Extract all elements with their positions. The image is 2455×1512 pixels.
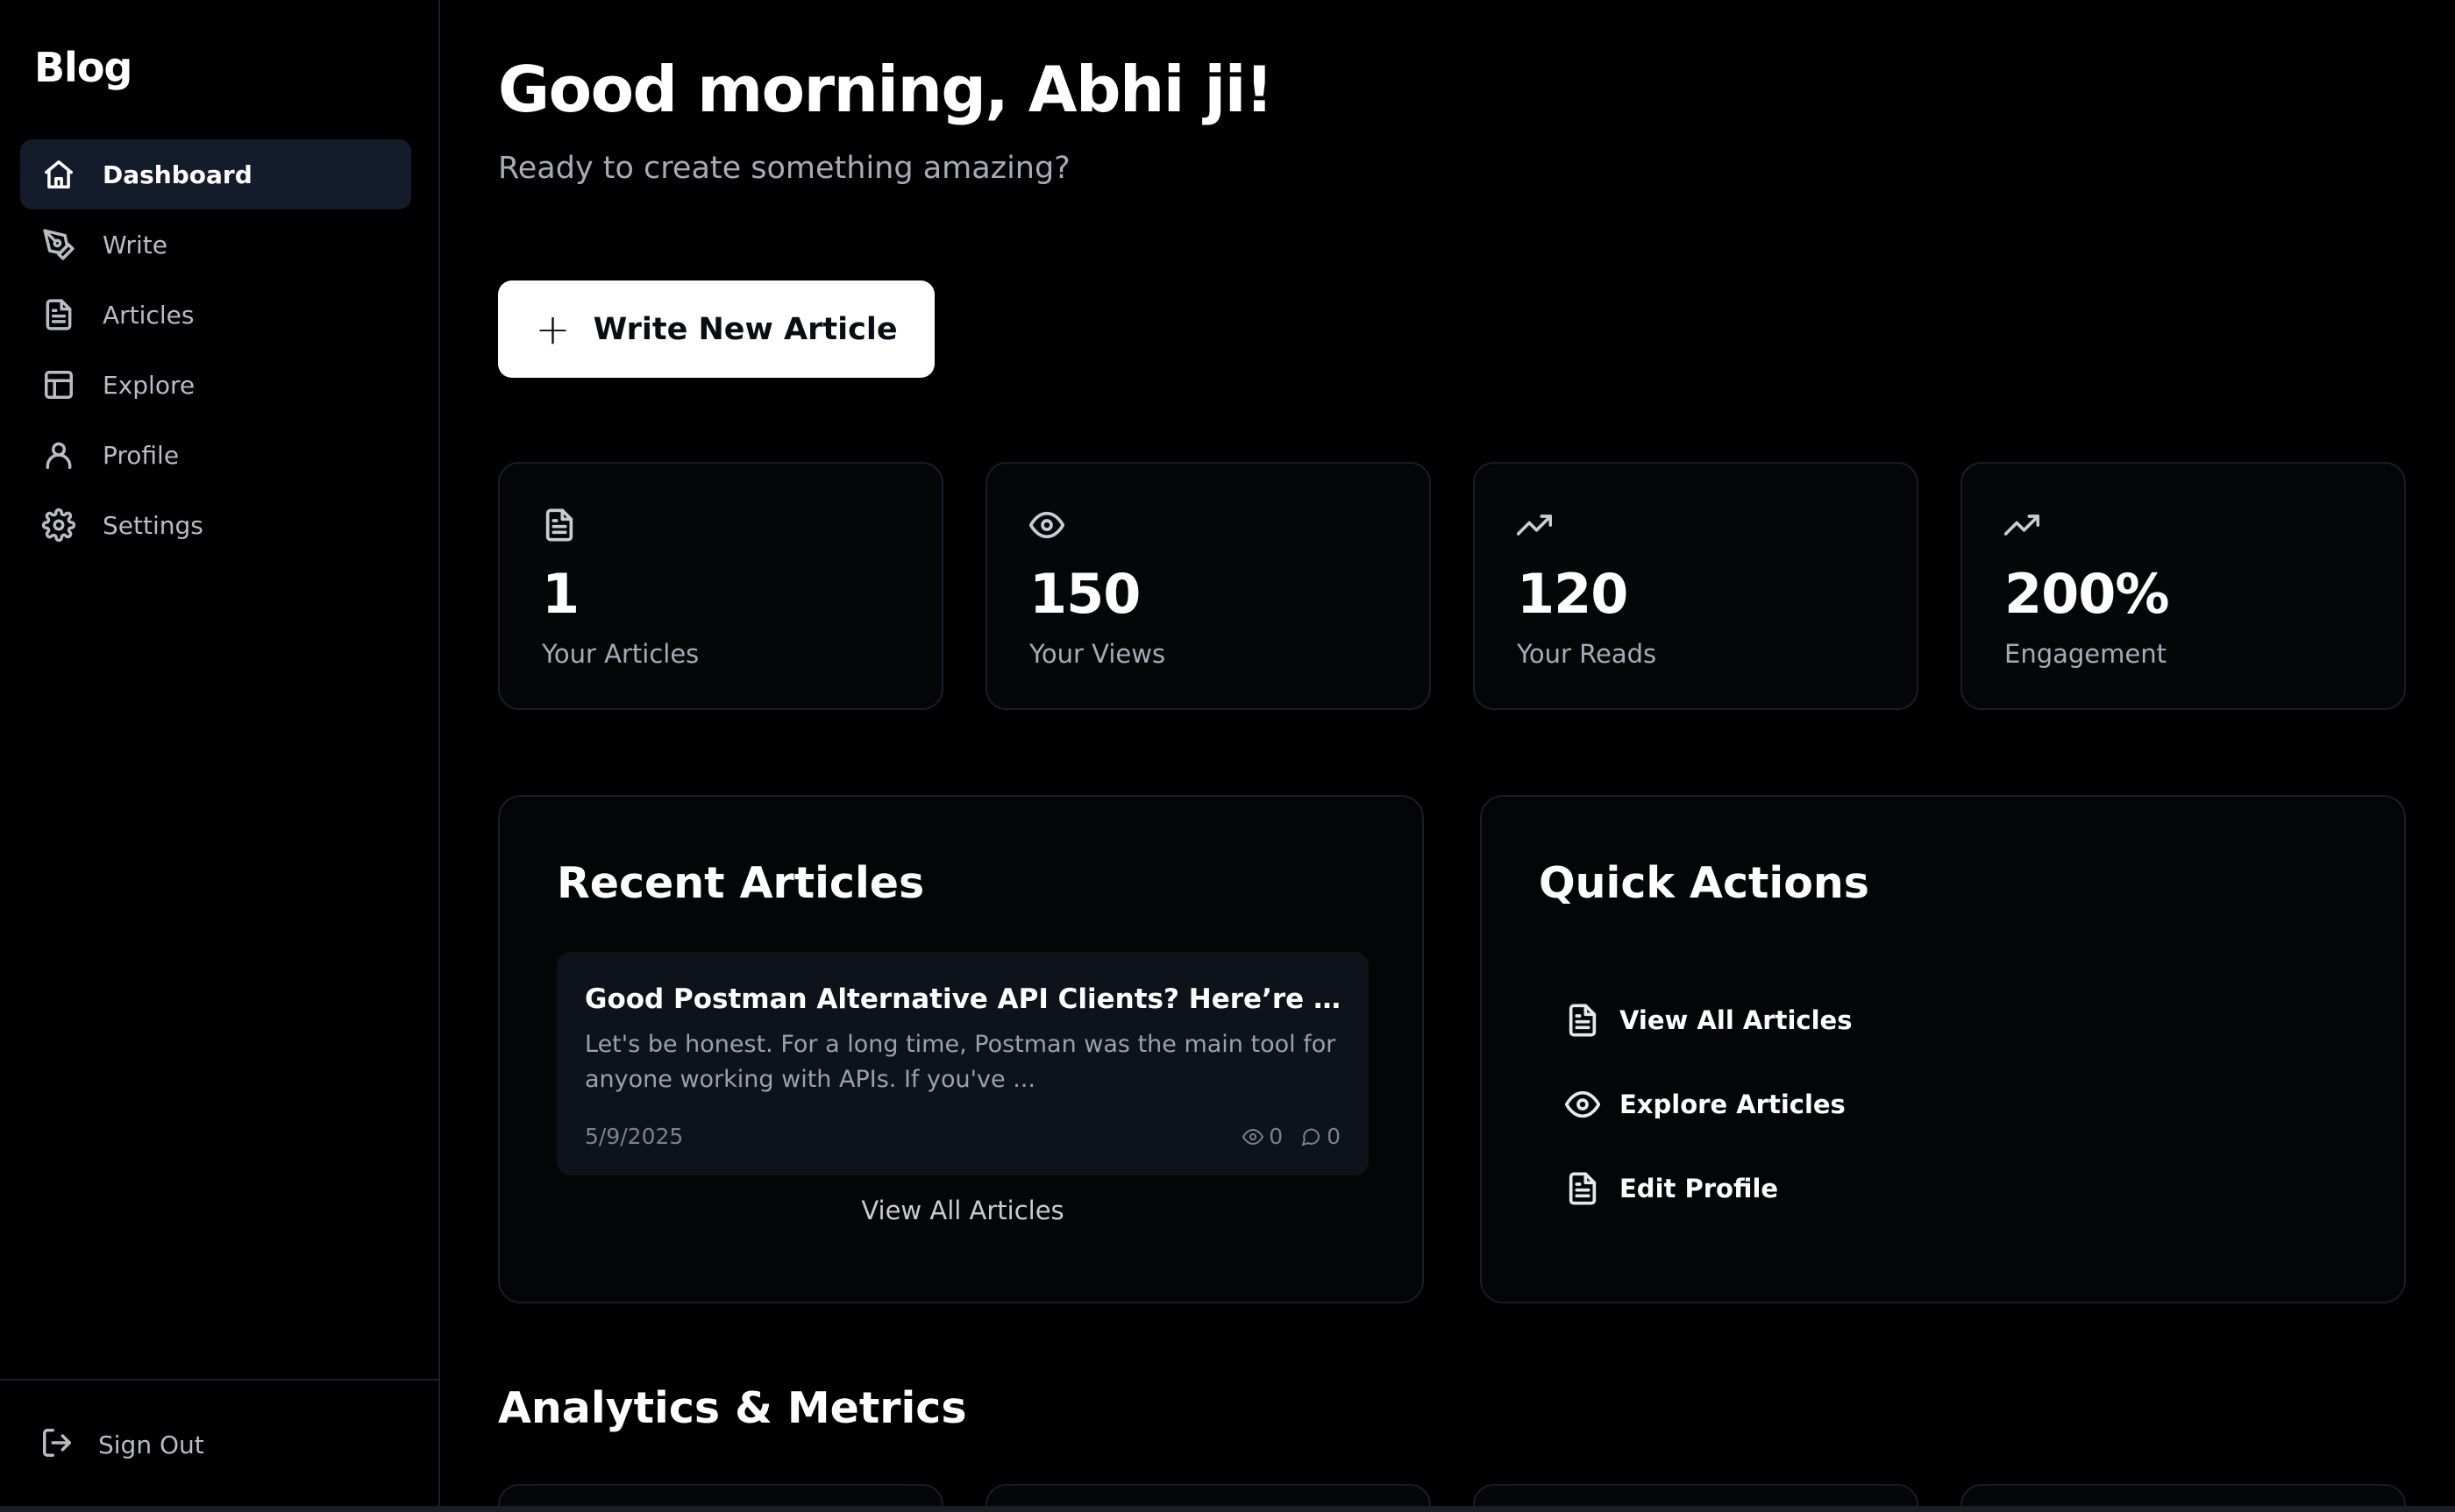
gear-icon <box>41 508 76 543</box>
sidebar-item-label: Settings <box>103 510 203 540</box>
comment-count: 0 <box>1300 1124 1341 1149</box>
quick-actions-title: Quick Actions <box>1539 858 1869 908</box>
file-text-icon <box>1565 1171 1600 1206</box>
log-out-icon <box>40 1426 74 1463</box>
quick-action-label: Edit Profile <box>1619 1174 1779 1203</box>
stat-value: 200% <box>2004 562 2170 626</box>
recent-articles-panel: Recent Articles Good Postman Alternative… <box>498 795 1424 1303</box>
sidebar-item-label: Articles <box>103 300 195 330</box>
brand-logo[interactable]: Blog <box>34 44 132 91</box>
stat-caption: Your Views <box>1029 639 1166 669</box>
file-text-icon <box>41 297 76 332</box>
stat-value: 150 <box>1029 562 1141 626</box>
trending-up-icon <box>1516 508 1553 543</box>
page-title: Good morning, Abhi ji! <box>498 53 1274 126</box>
stat-caption: Your Reads <box>1517 639 1657 669</box>
article-title: Good Postman Alternative API Clients? He… <box>585 983 1342 1015</box>
sidebar-item-profile[interactable]: Profile <box>20 420 411 490</box>
article-meta: 5/9/2025 0 0 <box>585 1124 1341 1149</box>
sidebar-item-label: Profile <box>103 440 180 470</box>
article-card[interactable]: Good Postman Alternative API Clients? He… <box>557 952 1369 1175</box>
stat-caption: Your Articles <box>542 639 700 669</box>
view-count-value: 0 <box>1269 1124 1284 1149</box>
window-bottom-edge <box>0 1506 2455 1512</box>
quick-action-view-all-articles[interactable]: View All Articles <box>1565 978 1852 1062</box>
analytics-section-title: Analytics & Metrics <box>498 1383 967 1433</box>
quick-action-edit-profile[interactable]: Edit Profile <box>1565 1146 1852 1231</box>
quick-action-label: View All Articles <box>1619 1005 1853 1035</box>
stats-row: 1 Your Articles 150 Your Views 120 Your … <box>498 462 2406 710</box>
recent-articles-title: Recent Articles <box>557 858 925 908</box>
stat-value: 1 <box>542 562 580 626</box>
eye-icon <box>1564 1087 1601 1122</box>
sidebar-item-explore[interactable]: Explore <box>20 350 411 420</box>
stat-value: 120 <box>1517 562 1628 626</box>
write-new-article-label: Write New Article <box>593 311 898 347</box>
sidebar-item-write[interactable]: Write <box>20 209 411 280</box>
sidebar-item-dashboard[interactable]: Dashboard <box>20 139 411 209</box>
article-excerpt: Let's be honest. For a long time, Postma… <box>585 1031 1336 1093</box>
message-circle-icon <box>1301 1128 1320 1146</box>
stat-card-articles: 1 Your Articles <box>498 462 943 710</box>
sidebar-item-label: Write <box>103 230 167 259</box>
sidebar-item-label: Explore <box>103 370 196 400</box>
stat-card-reads: 120 Your Reads <box>1473 462 1918 710</box>
sidebar-item-articles[interactable]: Articles <box>20 280 411 350</box>
pen-tool-icon <box>41 227 76 262</box>
view-count: 0 <box>1242 1124 1283 1149</box>
file-text-icon <box>542 508 577 543</box>
sidebar: Blog Dashboard Write Articles Explore Pr… <box>0 0 440 1512</box>
quick-actions-panel: Quick Actions View All Articles Explore … <box>1480 795 2406 1303</box>
file-text-icon <box>1565 1003 1600 1038</box>
home-icon <box>41 157 76 192</box>
sidebar-item-label: Dashboard <box>103 160 253 189</box>
sidebar-footer: Sign Out <box>0 1379 438 1512</box>
user-icon <box>41 437 76 472</box>
article-counts: 0 0 <box>1242 1124 1341 1149</box>
comment-count-value: 0 <box>1327 1124 1341 1149</box>
plus-icon: + <box>535 304 571 354</box>
layout-icon <box>41 367 76 402</box>
stat-card-views: 150 Your Views <box>986 462 1431 710</box>
sign-out-label: Sign Out <box>98 1430 204 1459</box>
stat-caption: Engagement <box>2004 639 2167 669</box>
sidebar-item-settings[interactable]: Settings <box>20 490 411 560</box>
stat-card-engagement: 200% Engagement <box>1960 462 2406 710</box>
quick-action-explore-articles[interactable]: Explore Articles <box>1564 1062 1852 1146</box>
page-subtitle: Ready to create something amazing? <box>498 151 1071 186</box>
sidebar-nav: Dashboard Write Articles Explore Profile <box>20 139 411 560</box>
sign-out-button[interactable]: Sign Out <box>40 1426 204 1463</box>
view-all-articles-link[interactable]: View All Articles <box>500 1196 1426 1225</box>
trending-up-icon <box>2003 508 2040 543</box>
quick-actions-list: View All Articles Explore Articles Edit … <box>1564 978 1852 1231</box>
eye-icon <box>1028 508 1065 543</box>
article-date: 5/9/2025 <box>585 1124 684 1149</box>
quick-action-label: Explore Articles <box>1619 1090 1846 1119</box>
eye-icon <box>1242 1128 1264 1145</box>
write-new-article-button[interactable]: + Write New Article <box>498 280 935 378</box>
